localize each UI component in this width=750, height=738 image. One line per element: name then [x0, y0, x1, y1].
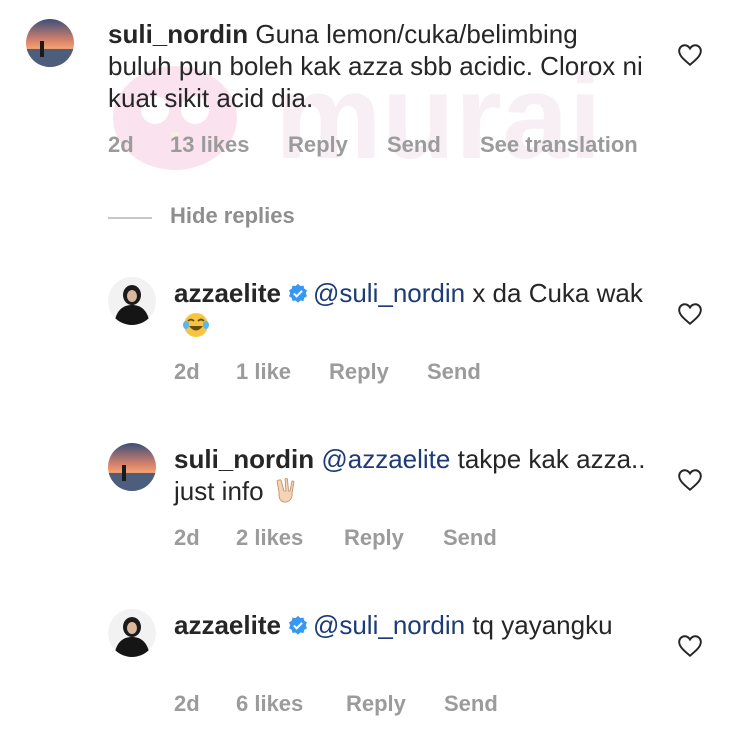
comment-time: 2d	[108, 132, 134, 157]
avatar-suli_nordin[interactable]	[108, 443, 156, 491]
verified-badge-icon	[288, 615, 307, 635]
send-button[interactable]: Send	[444, 691, 498, 717]
reply-button[interactable]: Reply	[344, 525, 404, 551]
avatar-azzaelite[interactable]	[108, 277, 156, 325]
reply-body: x da Cuka wak	[472, 278, 643, 308]
see-translation-button[interactable]: See translation	[480, 132, 638, 158]
comment-username[interactable]: suli_nordin	[108, 19, 248, 49]
hide-replies-label: Hide replies	[170, 203, 295, 228]
heart-icon[interactable]	[677, 468, 703, 492]
reply-button[interactable]: Reply	[288, 132, 348, 158]
reply-time: 2d	[174, 359, 200, 384]
mention-link[interactable]: @azzaelite	[321, 444, 450, 474]
avatar-azzaelite[interactable]	[108, 609, 156, 657]
reply-text: suli_nordin @azzaelite takpe kak azza.. …	[174, 443, 654, 507]
reply-likes[interactable]: 6 likes	[236, 691, 303, 717]
face-with-tears-of-joy-icon	[183, 313, 209, 337]
reply-button[interactable]: Reply	[329, 359, 389, 385]
send-button[interactable]: Send	[443, 525, 497, 551]
reply-likes[interactable]: 1 like	[236, 359, 291, 385]
send-button[interactable]: Send	[427, 359, 481, 385]
verified-badge-icon	[288, 283, 307, 303]
avatar-suli_nordin[interactable]	[26, 19, 74, 67]
reply-username[interactable]: azzaelite	[174, 610, 281, 640]
reply-time: 2d	[174, 525, 200, 550]
reply-text: azzaelite @suli_nordin x da Cuka wak	[174, 277, 654, 341]
reply-button[interactable]: Reply	[346, 691, 406, 717]
mention-link[interactable]: @suli_nordin	[313, 278, 465, 308]
reply-body: tq yayangku	[472, 610, 613, 640]
mention-link[interactable]: @suli_nordin	[313, 610, 465, 640]
reply-time: 2d	[174, 691, 200, 716]
reply-username[interactable]: suli_nordin	[174, 444, 314, 474]
reply-likes[interactable]: 2 likes	[236, 525, 303, 551]
divider-line	[108, 217, 152, 219]
reply-text: azzaelite @suli_nordin tq yayangku	[174, 609, 654, 641]
comment-likes[interactable]: 13 likes	[170, 132, 250, 158]
heart-icon[interactable]	[677, 634, 703, 658]
heart-icon[interactable]	[677, 302, 703, 326]
victory-hand-icon	[276, 478, 295, 503]
heart-icon[interactable]	[677, 43, 703, 67]
send-button[interactable]: Send	[387, 132, 441, 158]
reply-username[interactable]: azzaelite	[174, 278, 281, 308]
comment-text: suli_nordin Guna lemon/cuka/belimbing bu…	[108, 18, 648, 114]
